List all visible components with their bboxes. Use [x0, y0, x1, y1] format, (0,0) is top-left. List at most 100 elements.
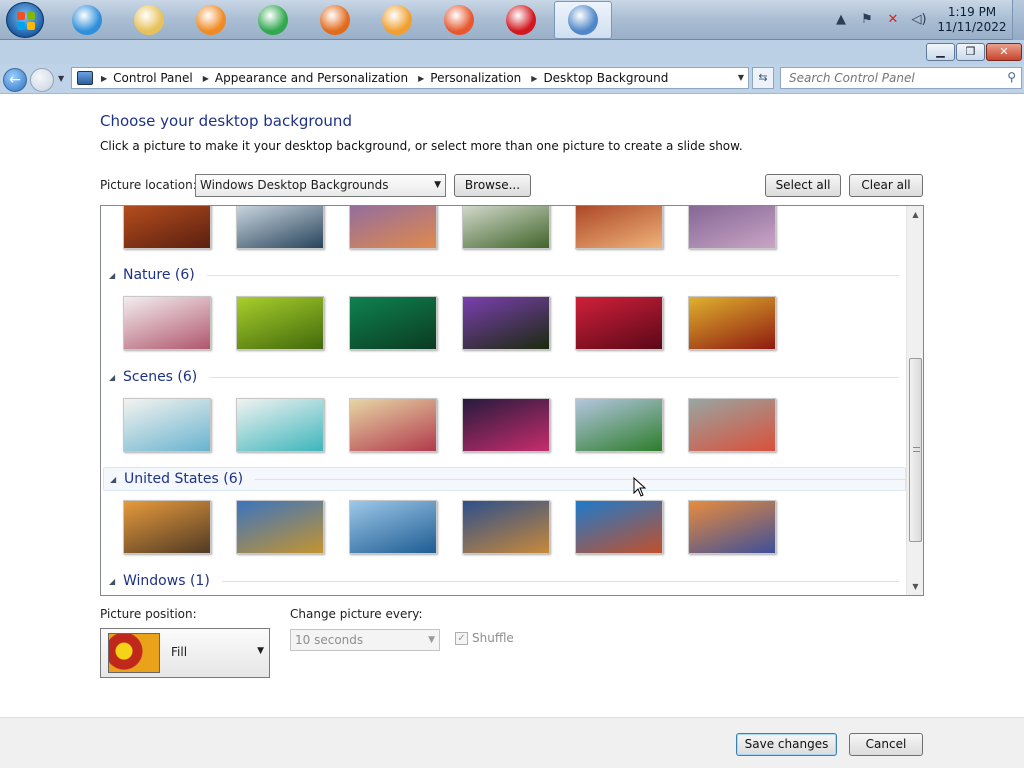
wallpaper-thumbnail[interactable] [349, 500, 437, 554]
breadcrumb-personalization[interactable]: Personalization [430, 71, 521, 85]
opera-icon [506, 5, 536, 35]
file-explorer-icon [134, 5, 164, 35]
wallpaper-thumbnail[interactable] [236, 500, 324, 554]
minimize-button[interactable]: ▁ [926, 43, 955, 61]
volume-icon[interactable]: ◁) [910, 11, 928, 29]
wallpaper-thumbnail[interactable] [462, 500, 550, 554]
show-hidden-icons-arrow[interactable]: ▲ [832, 11, 850, 29]
network-icon[interactable]: ✕ [884, 11, 902, 29]
select-all-button[interactable]: Select all [765, 174, 841, 197]
wallpaper-thumbnail[interactable] [349, 398, 437, 452]
picture-location-label: Picture location: [100, 178, 197, 192]
taskbar-button[interactable] [120, 1, 178, 39]
chevron-down-icon: ▼ [428, 635, 435, 645]
group-header[interactable]: ◢ United States (6) [103, 467, 906, 491]
browser-orange-icon [382, 5, 412, 35]
recent-pages-arrow[interactable]: ▼ [58, 74, 64, 83]
address-bar[interactable]: ▶ Control Panel ▶ Appearance and Persona… [71, 67, 749, 89]
picture-position-label: Picture position: [100, 607, 197, 621]
taskbar-button[interactable] [306, 1, 364, 39]
shuffle-checkbox[interactable]: ✓ Shuffle [455, 631, 514, 645]
wallpaper-thumbnail[interactable] [575, 398, 663, 452]
vertical-scrollbar[interactable]: ▲ ▼ [906, 206, 923, 595]
media-player-icon [196, 5, 226, 35]
wallpaper-thumbnail[interactable] [123, 500, 211, 554]
taskbar-button[interactable] [430, 1, 488, 39]
chevron-right-icon[interactable]: ▶ [203, 74, 209, 83]
wallpaper-thumbnail[interactable] [462, 296, 550, 350]
close-button[interactable]: ✕ [986, 43, 1022, 61]
save-changes-button[interactable]: Save changes [736, 733, 837, 756]
taskbar-button[interactable] [492, 1, 550, 39]
clear-all-button[interactable]: Clear all [849, 174, 923, 197]
search-icon[interactable]: ⚲ [1007, 70, 1016, 84]
change-interval-select[interactable]: 10 seconds ▼ [290, 629, 440, 651]
group-header[interactable]: ◢ Scenes (6) [109, 367, 899, 387]
control-panel-icon [568, 5, 598, 35]
taskbar-button[interactable] [368, 1, 426, 39]
window-title-bar: ▁ ❐ ✕ [0, 40, 1024, 64]
scroll-down-arrow[interactable]: ▼ [907, 578, 923, 595]
search-input[interactable] [781, 68, 991, 88]
wallpaper-thumbnail[interactable] [236, 296, 324, 350]
action-center-icon[interactable]: ⚑ [858, 11, 876, 29]
cancel-button[interactable]: Cancel [849, 733, 923, 756]
show-desktop-button[interactable] [1012, 0, 1024, 40]
wallpaper-gallery[interactable]: ◢ Nature (6) ◢ Scenes (6) ◢ United States (6)… [100, 205, 924, 596]
taskbar-button[interactable] [58, 1, 116, 39]
wallpaper-thumbnail[interactable] [236, 398, 324, 452]
wallpaper-thumbnail[interactable] [688, 296, 776, 350]
scroll-up-arrow[interactable]: ▲ [907, 206, 923, 223]
group-header[interactable]: ◢ Nature (6) [109, 265, 899, 285]
collapse-arrow-icon[interactable]: ◢ [110, 475, 124, 484]
windows-logo-icon [17, 12, 35, 30]
taskbar-button[interactable] [182, 1, 240, 39]
picture-location-value: Windows Desktop Backgrounds [200, 178, 389, 192]
refresh-button[interactable]: ⇆ [752, 67, 774, 89]
wallpaper-thumbnail[interactable] [575, 296, 663, 350]
collapse-arrow-icon[interactable]: ◢ [109, 373, 123, 382]
taskbar-button[interactable] [554, 1, 612, 39]
chevron-right-icon[interactable]: ▶ [531, 74, 537, 83]
wallpaper-thumbnail[interactable] [688, 398, 776, 452]
back-button[interactable]: ← [3, 68, 27, 92]
wallpaper-thumbnail[interactable] [349, 296, 437, 350]
chevron-right-icon[interactable]: ▶ [101, 74, 107, 83]
picture-position-select[interactable]: Fill ▼ [100, 628, 270, 678]
wallpaper-thumbnail[interactable] [123, 398, 211, 452]
wallpaper-thumbnail[interactable] [688, 500, 776, 554]
breadcrumb-appearance[interactable]: Appearance and Personalization [215, 71, 408, 85]
browser-red-icon [444, 5, 474, 35]
picture-position-value: Fill [171, 645, 188, 659]
picture-location-select[interactable]: Windows Desktop Backgrounds ▼ [195, 174, 446, 197]
clock[interactable]: 1:19 PM 11/11/2022 [932, 5, 1012, 35]
group-title: United States (6) [124, 471, 244, 487]
wallpaper-thumbnail[interactable] [123, 206, 211, 249]
wallpaper-thumbnail[interactable] [575, 206, 663, 249]
wallpaper-thumbnail[interactable] [236, 206, 324, 249]
wallpaper-thumbnail[interactable] [688, 206, 776, 249]
wallpaper-thumbnail[interactable] [462, 206, 550, 249]
restore-button[interactable]: ❐ [956, 43, 985, 61]
wallpaper-thumbnail[interactable] [462, 398, 550, 452]
gallery-content: ◢ Nature (6) ◢ Scenes (6) ◢ United States (6)… [101, 206, 906, 595]
browse-button[interactable]: Browse... [454, 174, 531, 197]
wallpaper-thumbnail[interactable] [123, 296, 211, 350]
taskbar-button[interactable] [244, 1, 302, 39]
wallpaper-thumbnail[interactable] [349, 206, 437, 249]
collapse-arrow-icon[interactable]: ◢ [109, 577, 123, 586]
breadcrumb-desktop-background[interactable]: Desktop Background [543, 71, 668, 85]
search-box[interactable]: ⚲ [780, 67, 1022, 89]
internet-explorer-icon [72, 5, 102, 35]
breadcrumb-control-panel[interactable]: Control Panel [113, 71, 193, 85]
collapse-arrow-icon[interactable]: ◢ [109, 271, 123, 280]
address-dropdown-arrow[interactable]: ▼ [738, 73, 744, 82]
group-header[interactable]: ◢ Windows (1) [109, 571, 899, 591]
group-divider [206, 274, 899, 276]
wallpaper-thumbnail[interactable] [575, 500, 663, 554]
start-button[interactable] [6, 2, 44, 38]
forward-button[interactable] [30, 68, 54, 92]
clock-date: 11/11/2022 [937, 20, 1007, 34]
chevron-right-icon[interactable]: ▶ [418, 74, 424, 83]
scrollbar-thumb[interactable] [909, 358, 922, 542]
